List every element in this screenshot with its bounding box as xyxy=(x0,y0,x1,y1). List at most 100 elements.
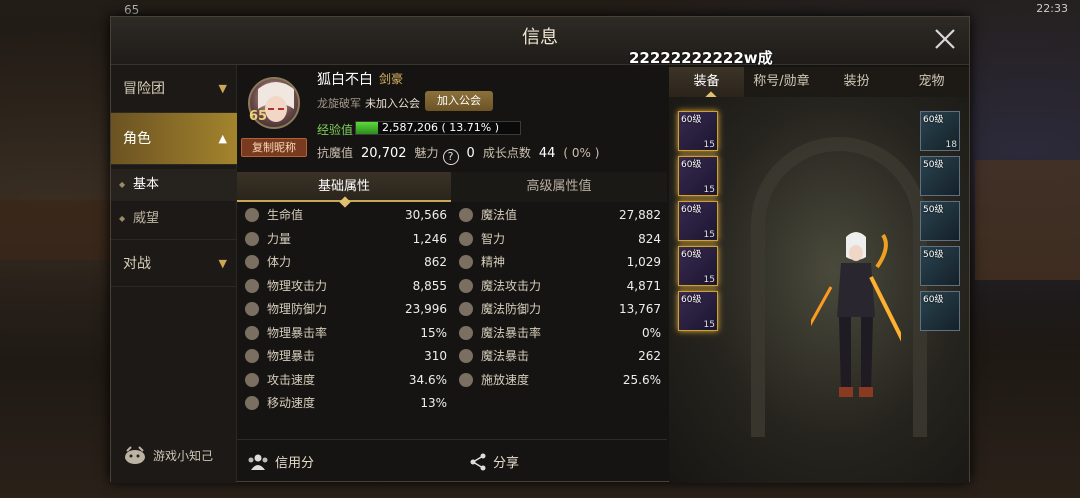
slot-level: 50级 xyxy=(923,250,944,260)
slot-level: 60级 xyxy=(923,295,944,305)
sidebar-sub-basic[interactable]: ◆ 基本 xyxy=(111,169,237,201)
sidebar-item-adventure[interactable]: 冒险团 ▼ xyxy=(111,65,237,113)
equipment-slot[interactable]: 60级 xyxy=(920,291,960,331)
attribute-row: 魔法攻击力 4,871 xyxy=(459,275,661,298)
equipment-tabs: 装备 称号/勋章 装扮 宠物 xyxy=(669,67,969,97)
guild-status: 未加入公会 xyxy=(365,97,420,110)
title-bar: 信息 xyxy=(111,17,969,65)
tab-equipment[interactable]: 装备 xyxy=(669,67,744,97)
sidebar-sub-prestige[interactable]: ◆ 威望 xyxy=(111,203,237,235)
tips-mascot-icon xyxy=(125,446,145,464)
attribute-value: 13,767 xyxy=(619,302,661,316)
attribute-icon xyxy=(245,255,259,269)
attribute-row: 力量 1,246 xyxy=(245,228,447,251)
attribute-label: 生命值 xyxy=(267,208,304,222)
attribute-label: 魔法攻击力 xyxy=(481,278,542,293)
chevron-down-icon: ▼ xyxy=(218,257,227,270)
credit-score-label: 信用分 xyxy=(275,456,315,471)
join-guild-button[interactable]: 加入公会 xyxy=(425,91,493,111)
growth-label: 成长点数 xyxy=(482,146,531,160)
chevron-down-icon: ▼ xyxy=(218,82,227,95)
attribute-label: 攻击速度 xyxy=(267,372,316,387)
attribute-icon xyxy=(245,208,259,222)
growth-percent: ( 0% ) xyxy=(563,146,600,160)
attribute-label: 魔法防御力 xyxy=(481,302,542,316)
equipment-slot[interactable]: 60级 15 xyxy=(678,291,718,331)
slot-count: 15 xyxy=(703,140,715,150)
sidebar-sub-label: 基本 xyxy=(133,177,160,192)
slot-level: 60级 xyxy=(923,115,944,125)
attribute-row: 移动速度 13% xyxy=(245,392,447,415)
tab-advanced-attributes[interactable]: 高级属性值 xyxy=(451,172,667,202)
attribute-row: 物理暴击 310 xyxy=(245,345,447,368)
slot-count: 15 xyxy=(703,320,715,330)
slot-count: 15 xyxy=(703,275,715,285)
help-icon[interactable]: ? xyxy=(442,149,459,165)
attribute-value: 8,855 xyxy=(412,278,447,293)
attribute-icon xyxy=(459,278,473,293)
credit-score-button[interactable]: 信用分 xyxy=(247,452,314,471)
attribute-label: 物理暴击率 xyxy=(267,325,328,340)
equipment-slot[interactable]: 50级 xyxy=(920,246,960,286)
attribute-label: 魔法值 xyxy=(481,208,518,222)
sidebar-item-label: 对战 xyxy=(123,256,151,272)
attribute-row: 魔法暴击率 0% xyxy=(459,322,661,345)
exp-label: 经验值 xyxy=(317,123,354,137)
slot-level: 60级 xyxy=(681,205,702,215)
people-icon xyxy=(248,454,268,470)
sidebar: 冒险团 ▼ 角色 ▲ ◆ 基本 ◆ 威望 对战 ▼ 游戏小知己 xyxy=(111,65,237,483)
slot-count: 15 xyxy=(703,230,715,240)
equipment-slot[interactable]: 50级 xyxy=(920,156,960,196)
tab-titles-medals[interactable]: 称号/勋章 xyxy=(744,67,819,97)
attribute-label: 施放速度 xyxy=(481,372,530,387)
attribute-icon xyxy=(245,302,259,316)
character-model xyxy=(811,232,901,397)
exp-value: 2,587,206 ( 13.71% ) xyxy=(382,121,499,134)
attribute-icon xyxy=(459,325,473,340)
slot-count: 15 xyxy=(703,185,715,195)
attribute-label: 魔法暴击率 xyxy=(481,325,542,340)
sidebar-item-battle[interactable]: 对战 ▼ xyxy=(111,239,237,287)
sidebar-item-character[interactable]: 角色 ▲ xyxy=(111,113,237,165)
attribute-label: 智力 xyxy=(481,231,506,246)
equipment-slot[interactable]: 50级 xyxy=(920,201,960,241)
slot-level: 50级 xyxy=(923,160,944,170)
tab-costume[interactable]: 装扮 xyxy=(819,67,894,97)
attribute-icon xyxy=(459,349,473,363)
attribute-value: 13% xyxy=(420,396,447,410)
attribute-row: 物理暴击率 15% xyxy=(245,322,447,345)
anti-magic-value: 20,702 xyxy=(361,146,407,161)
attribute-label: 体力 xyxy=(267,255,292,269)
game-tips-button[interactable]: 游戏小知己 xyxy=(123,445,213,465)
attribute-value: 30,566 xyxy=(405,208,447,222)
attribute-row: 魔法防御力 13,767 xyxy=(459,298,661,321)
attribute-label: 物理攻击力 xyxy=(267,278,328,293)
close-icon[interactable] xyxy=(933,27,957,51)
attribute-value: 4,871 xyxy=(626,278,661,293)
charm-label: 魅力 xyxy=(414,146,439,160)
attribute-label: 力量 xyxy=(267,231,292,246)
bullet-icon: ◆ xyxy=(119,214,126,223)
chevron-up-icon: ▲ xyxy=(218,132,227,145)
slot-level: 60级 xyxy=(681,295,702,305)
equipment-slot[interactable]: 60级 15 xyxy=(678,246,718,286)
attribute-row: 攻击速度 34.6% xyxy=(245,369,447,392)
attribute-row: 生命值 30,566 xyxy=(245,204,447,227)
share-button[interactable]: 分享 xyxy=(469,452,519,471)
attribute-value: 310 xyxy=(424,349,447,363)
attribute-row: 智力 824 xyxy=(459,228,661,251)
tab-pet[interactable]: 宠物 xyxy=(894,67,969,97)
equipment-slot[interactable]: 60级 15 xyxy=(678,201,718,241)
bottom-bar: 信用分 分享 xyxy=(237,439,667,483)
attribute-icon xyxy=(245,396,259,410)
copy-nickname-button[interactable]: 复制昵称 xyxy=(241,138,307,157)
attribute-icon xyxy=(245,278,259,293)
equipment-slot[interactable]: 60级 15 xyxy=(678,111,718,151)
sidebar-item-label: 冒险团 xyxy=(123,81,165,97)
slot-level: 60级 xyxy=(681,115,702,125)
attribute-label: 物理暴击 xyxy=(267,349,316,363)
tips-label: 游戏小知己 xyxy=(153,448,214,463)
equipment-slot[interactable]: 60级 18 xyxy=(920,111,960,151)
equipment-slot[interactable]: 60级 15 xyxy=(678,156,718,196)
sidebar-sub-label: 威望 xyxy=(133,211,160,226)
